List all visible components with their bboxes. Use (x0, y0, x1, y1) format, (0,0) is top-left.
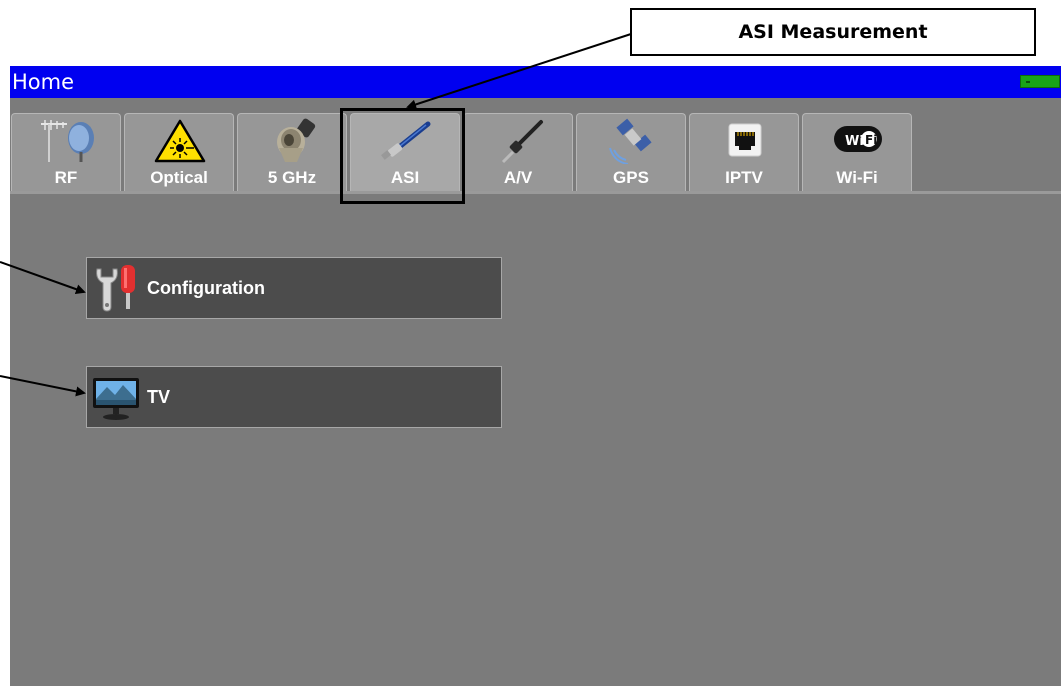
tab-5ghz[interactable]: 5 GHz (237, 113, 347, 191)
tab-label: Wi-Fi (836, 168, 878, 187)
ethernet-port-icon (728, 123, 762, 157)
laser-warning-icon (154, 119, 206, 163)
device-screen: Home RF Optical 5 GHz ASI A/V GPS IPTV W… (10, 66, 1061, 686)
tab-av[interactable]: A/V (463, 113, 573, 191)
gps-satellite-icon (609, 118, 652, 164)
tv-button[interactable]: TV (86, 366, 502, 428)
configuration-button[interactable]: Configuration (86, 257, 502, 319)
tab-label: GPS (613, 168, 649, 187)
asi-measurement-callout: ASI Measurement (630, 8, 1036, 56)
tab-label: ASI (390, 168, 420, 187)
tv-monitor-icon (93, 378, 139, 420)
svg-text:Fi: Fi (865, 133, 877, 147)
tab-label: RF (54, 168, 78, 187)
svg-text:Wi: Wi (845, 134, 864, 149)
battery-icon (1020, 75, 1060, 88)
tab-optical[interactable]: Optical (124, 113, 234, 191)
tab-label: Optical (150, 168, 208, 187)
title-bar: Home (10, 66, 1061, 98)
tab-asi[interactable]: ASI (350, 113, 460, 191)
configuration-label: Configuration (147, 278, 265, 298)
window-title: Home (12, 70, 75, 94)
asi-cable-icon (381, 121, 431, 160)
tab-bar: RF Optical 5 GHz ASI A/V GPS IPTV Wi Fi … (10, 98, 1061, 194)
tab-rf[interactable]: RF (11, 113, 121, 191)
wrench-screwdriver-icon (96, 265, 135, 312)
antenna-satellite-dish-icon (41, 120, 94, 162)
n-connector-icon (277, 118, 316, 162)
tv-label: TV (147, 387, 171, 407)
tab-label: IPTV (725, 168, 763, 187)
av-jack-cable-icon (501, 120, 543, 164)
tab-iptv[interactable]: IPTV (689, 113, 799, 191)
tab-label: A/V (503, 168, 533, 187)
wifi-logo-icon: Wi Fi (834, 126, 882, 152)
tab-gps[interactable]: GPS (576, 113, 686, 191)
tab-label: 5 GHz (267, 168, 317, 187)
tab-wifi[interactable]: Wi Fi Wi-Fi (802, 113, 912, 191)
callout-label: ASI Measurement (738, 21, 928, 43)
